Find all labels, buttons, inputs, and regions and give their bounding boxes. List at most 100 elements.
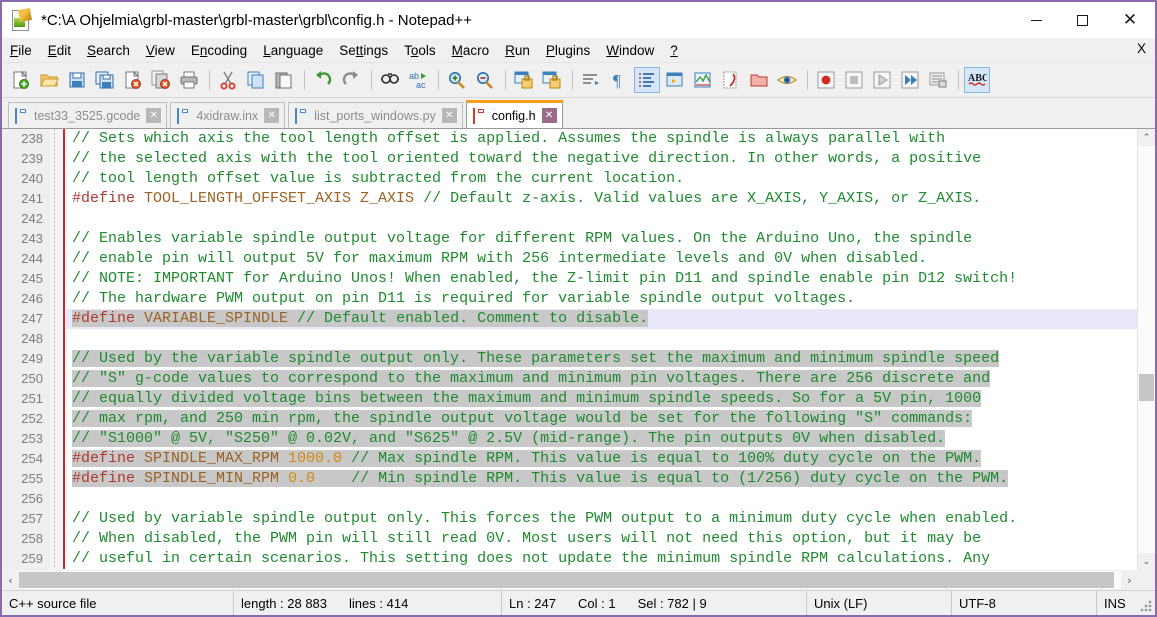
fold-marker[interactable]	[50, 329, 62, 349]
fold-marker[interactable]	[50, 509, 62, 529]
menu-macro[interactable]: Macro	[444, 41, 498, 60]
record-macro-icon[interactable]	[813, 67, 839, 93]
tab-4xidraw-inx[interactable]: 4xidraw.inx ✕	[170, 102, 286, 128]
fold-marker[interactable]	[50, 489, 62, 509]
scroll-up-arrow-icon[interactable]: ⌃	[1138, 129, 1155, 146]
code-line[interactable]: // The hardware PWM output on pin D11 is…	[66, 289, 1137, 309]
code-line[interactable]: // "S1000" @ 5V, "S250" @ 0.02V, and "S6…	[66, 429, 1137, 449]
tab-close-icon[interactable]: ✕	[541, 108, 557, 123]
tab-config-h[interactable]: config.h ✕	[465, 100, 563, 128]
close-document-button[interactable]: X	[1137, 41, 1146, 56]
code-line[interactable]: // the selected axis with the tool orien…	[66, 149, 1137, 169]
replace-icon[interactable]: ab ac	[405, 67, 431, 93]
fold-marker[interactable]	[50, 449, 62, 469]
fold-marker[interactable]	[50, 349, 62, 369]
document-map-icon[interactable]	[690, 67, 716, 93]
menu-help[interactable]: ?	[662, 41, 686, 60]
minimize-button[interactable]	[1013, 2, 1059, 38]
tab-test33_3525-gcode[interactable]: test33_3525.gcode ✕	[8, 102, 168, 128]
code-line[interactable]: // Enables variable spindle output volta…	[66, 229, 1137, 249]
close-button[interactable]: ✕	[1105, 2, 1155, 38]
fold-marker[interactable]	[50, 149, 62, 169]
menu-settings[interactable]: Settings	[331, 41, 396, 60]
redo-icon[interactable]	[338, 67, 364, 93]
stop-macro-icon[interactable]	[841, 67, 867, 93]
fold-marker[interactable]	[50, 409, 62, 429]
tab-close-icon[interactable]: ✕	[441, 108, 457, 123]
tab-list_ports_windows-py[interactable]: list_ports_windows.py ✕	[288, 102, 463, 128]
code-line[interactable]: #define SPINDLE_MAX_RPM 1000.0 // Max sp…	[66, 449, 1137, 469]
fold-marker[interactable]	[50, 389, 62, 409]
sync-horizontal-scroll-icon[interactable]	[539, 67, 565, 93]
fold-marker[interactable]	[50, 529, 62, 549]
run-macro-multiple-icon[interactable]	[897, 67, 923, 93]
menu-view[interactable]: View	[138, 41, 183, 60]
menu-run[interactable]: Run	[497, 41, 538, 60]
save-all-icon[interactable]	[92, 67, 118, 93]
code-line[interactable]: // max rpm, and 250 min rpm, the spindle…	[66, 409, 1137, 429]
horizontal-scrollbar[interactable]: ‹ ›	[2, 570, 1155, 590]
user-defined-dialog-icon[interactable]	[662, 67, 688, 93]
menu-encoding[interactable]: Encoding	[183, 41, 255, 60]
maximize-button[interactable]	[1059, 2, 1105, 38]
fold-marker[interactable]	[50, 229, 62, 249]
sync-vertical-scroll-icon[interactable]	[511, 67, 537, 93]
fold-marker[interactable]	[50, 429, 62, 449]
play-macro-icon[interactable]	[869, 67, 895, 93]
copy-icon[interactable]	[243, 67, 269, 93]
code-line[interactable]: #define TOOL_LENGTH_OFFSET_AXIS Z_AXIS /…	[66, 189, 1137, 209]
fold-marker[interactable]	[50, 249, 62, 269]
menu-file[interactable]: File	[2, 41, 40, 60]
print-icon[interactable]	[176, 67, 202, 93]
vertical-scroll-track[interactable]	[1138, 146, 1155, 553]
menu-language[interactable]: Language	[255, 41, 331, 60]
monitoring-icon[interactable]	[774, 67, 800, 93]
menu-plugins[interactable]: Plugins	[538, 41, 598, 60]
open-file-icon[interactable]	[36, 67, 62, 93]
code-line[interactable]: // When disabled, the PWM pin will still…	[66, 529, 1137, 549]
code-line[interactable]	[66, 489, 1137, 509]
fold-marker[interactable]	[50, 169, 62, 189]
tab-close-icon[interactable]: ✕	[146, 108, 162, 123]
menu-window[interactable]: Window	[598, 41, 662, 60]
paste-icon[interactable]	[271, 67, 297, 93]
zoom-in-icon[interactable]	[444, 67, 470, 93]
resize-grip-icon[interactable]	[1140, 600, 1152, 612]
code-line[interactable]: #define VARIABLE_SPINDLE // Default enab…	[66, 309, 1137, 329]
horizontal-scroll-thumb[interactable]	[19, 572, 1114, 588]
code-line[interactable]	[66, 209, 1137, 229]
fold-marker[interactable]	[50, 309, 62, 329]
code-text[interactable]: // Sets which axis the tool length offse…	[66, 129, 1137, 570]
code-line[interactable]: // "S" g-code values to correspond to th…	[66, 369, 1137, 389]
save-icon[interactable]	[64, 67, 90, 93]
find-icon[interactable]	[377, 67, 403, 93]
tab-close-icon[interactable]: ✕	[264, 108, 280, 123]
text-editor[interactable]: 238 239 240 241 242 243 244 245 246 247 248 249 250 2…	[2, 129, 1137, 570]
code-folding-column[interactable]	[50, 129, 62, 570]
code-line[interactable]: // useful in certain scenarios. This set…	[66, 549, 1137, 569]
fold-marker[interactable]	[50, 129, 62, 149]
word-wrap-icon[interactable]	[578, 67, 604, 93]
scroll-left-arrow-icon[interactable]: ‹	[2, 571, 19, 589]
horizontal-scroll-track[interactable]	[19, 571, 1121, 589]
fold-marker[interactable]	[50, 269, 62, 289]
menu-tools[interactable]: Tools	[396, 41, 444, 60]
code-line[interactable]	[66, 329, 1137, 349]
fold-marker[interactable]	[50, 369, 62, 389]
vertical-scroll-thumb[interactable]	[1139, 374, 1154, 401]
code-line[interactable]: // tool length offset value is subtracte…	[66, 169, 1137, 189]
code-line[interactable]: // NOTE: IMPORTANT for Arduino Unos! Whe…	[66, 269, 1137, 289]
fold-marker[interactable]	[50, 209, 62, 229]
vertical-scrollbar[interactable]: ⌃ ⌄	[1137, 129, 1155, 570]
scroll-down-arrow-icon[interactable]: ⌄	[1138, 553, 1155, 570]
fold-marker[interactable]	[50, 189, 62, 209]
code-line[interactable]: // Used by variable spindle output only.…	[66, 509, 1137, 529]
code-line[interactable]: #define SPINDLE_MIN_RPM 0.0 // Min spind…	[66, 469, 1137, 489]
new-file-icon[interactable]	[8, 67, 34, 93]
zoom-out-icon[interactable]	[472, 67, 498, 93]
spell-check-icon[interactable]: ABC	[964, 67, 990, 93]
close-file-icon[interactable]	[120, 67, 146, 93]
menu-edit[interactable]: Edit	[40, 41, 79, 60]
undo-icon[interactable]	[310, 67, 336, 93]
fold-marker[interactable]	[50, 549, 62, 569]
